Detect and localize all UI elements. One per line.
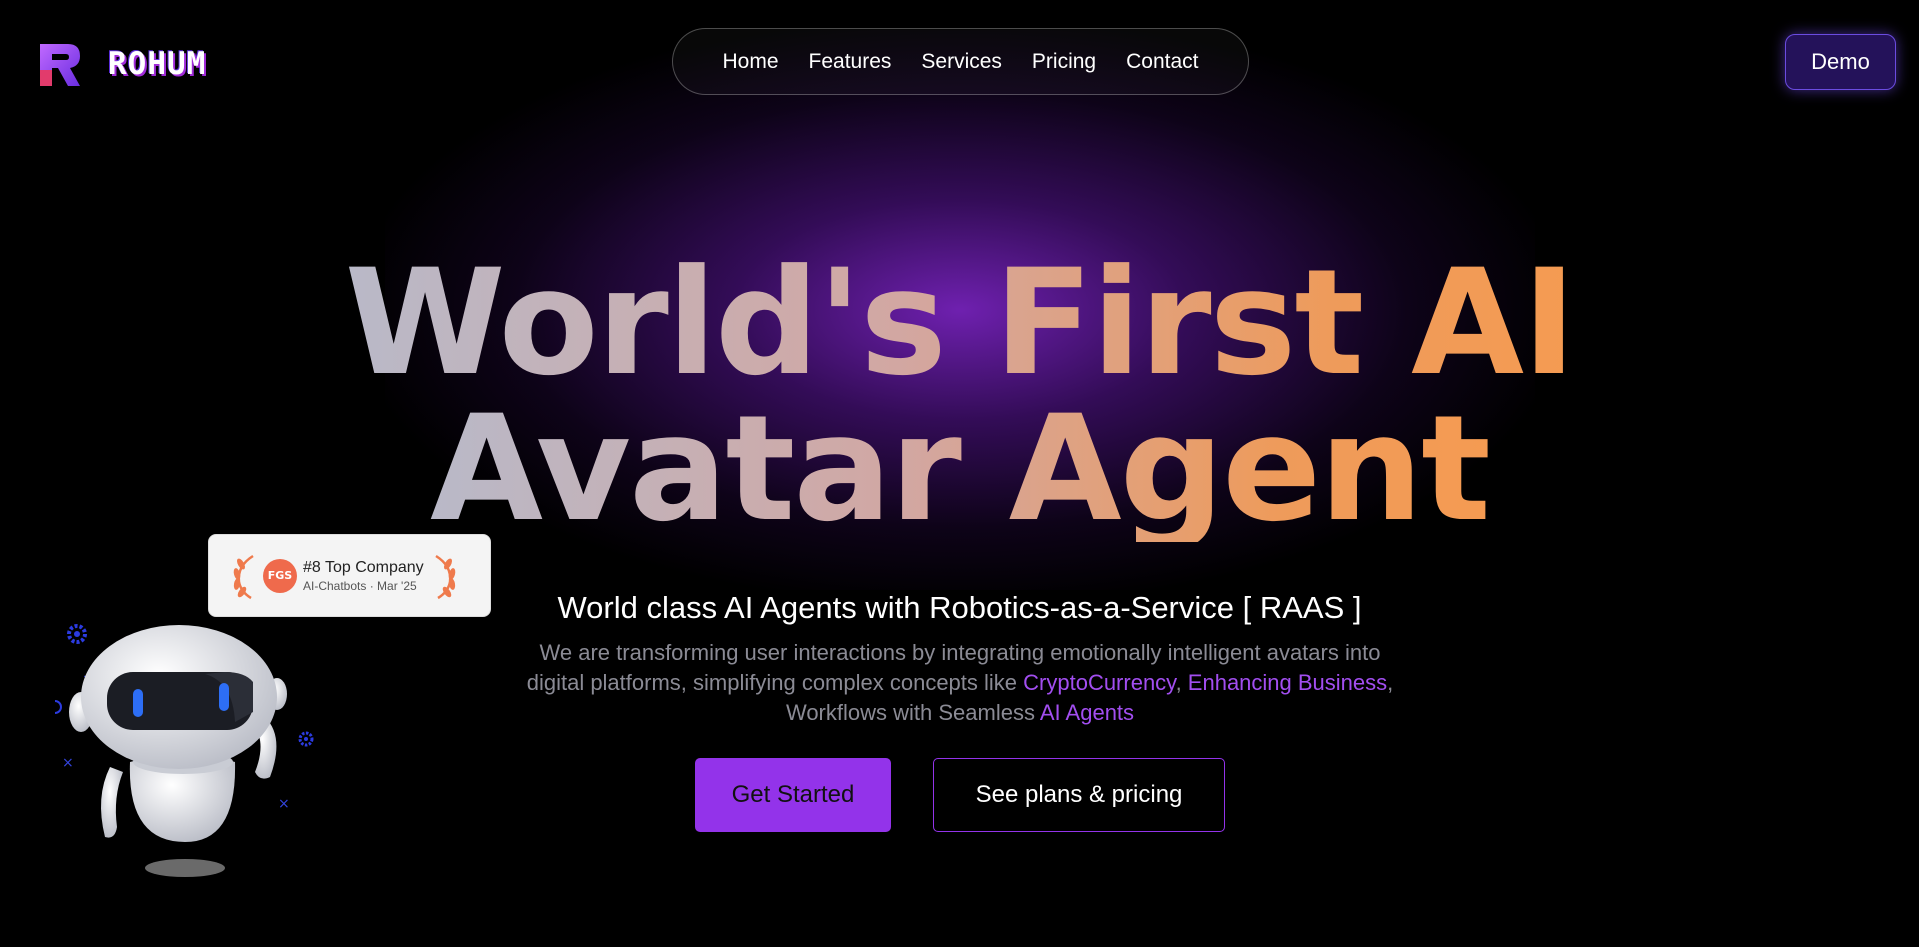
laurel-right-icon — [434, 554, 455, 599]
demo-button[interactable]: Demo — [1785, 34, 1896, 90]
fgs-seal: FGS — [263, 558, 297, 593]
cross-icon-3: × — [278, 796, 290, 812]
robot-illustration: × × × — [55, 624, 314, 877]
nav-services[interactable]: Services — [921, 50, 1002, 74]
hero-description: We are transforming user interactions by… — [510, 638, 1410, 728]
see-plans-pricing-button[interactable]: See plans & pricing — [933, 758, 1225, 832]
hero-headline: World's First AI Avatar Agent — [0, 250, 1919, 542]
gear-icon — [67, 624, 87, 644]
logo-mark-icon — [40, 44, 80, 86]
nav-features[interactable]: Features — [809, 50, 892, 74]
nav-home[interactable]: Home — [722, 50, 778, 74]
headline-line-1: World's First AI — [344, 238, 1577, 408]
nav-contact[interactable]: Contact — [1126, 50, 1198, 74]
gear-icon-small — [298, 731, 314, 747]
circle-icon — [55, 700, 62, 714]
main-nav: Home Features Services Pricing Contact — [672, 28, 1249, 95]
headline-line-2: Avatar Agent — [430, 384, 1491, 554]
highlight-enhancing-business: Enhancing Business — [1187, 670, 1388, 695]
get-started-button[interactable]: Get Started — [695, 758, 891, 832]
award-badge[interactable]: FGS #8 Top Company AI-Chatbots · Mar '25 — [208, 534, 491, 617]
laurel-left-icon — [233, 554, 254, 599]
brand-logo[interactable]: ROHUM — [38, 40, 206, 88]
badge-rank: #8 Top Company — [303, 558, 424, 576]
brand-name: ROHUM — [108, 46, 207, 82]
nav-pricing[interactable]: Pricing — [1032, 50, 1096, 74]
badge-text: #8 Top Company AI-Chatbots · Mar '25 — [303, 559, 424, 593]
badge-category: AI-Chatbots · Mar '25 — [303, 578, 417, 593]
highlight-ai-agents: AI Agents — [1039, 700, 1135, 725]
description-text-2: , — [1175, 670, 1188, 695]
cross-icon-2: × — [62, 755, 74, 771]
highlight-cryptocurrency: CryptoCurrency — [1023, 670, 1176, 695]
